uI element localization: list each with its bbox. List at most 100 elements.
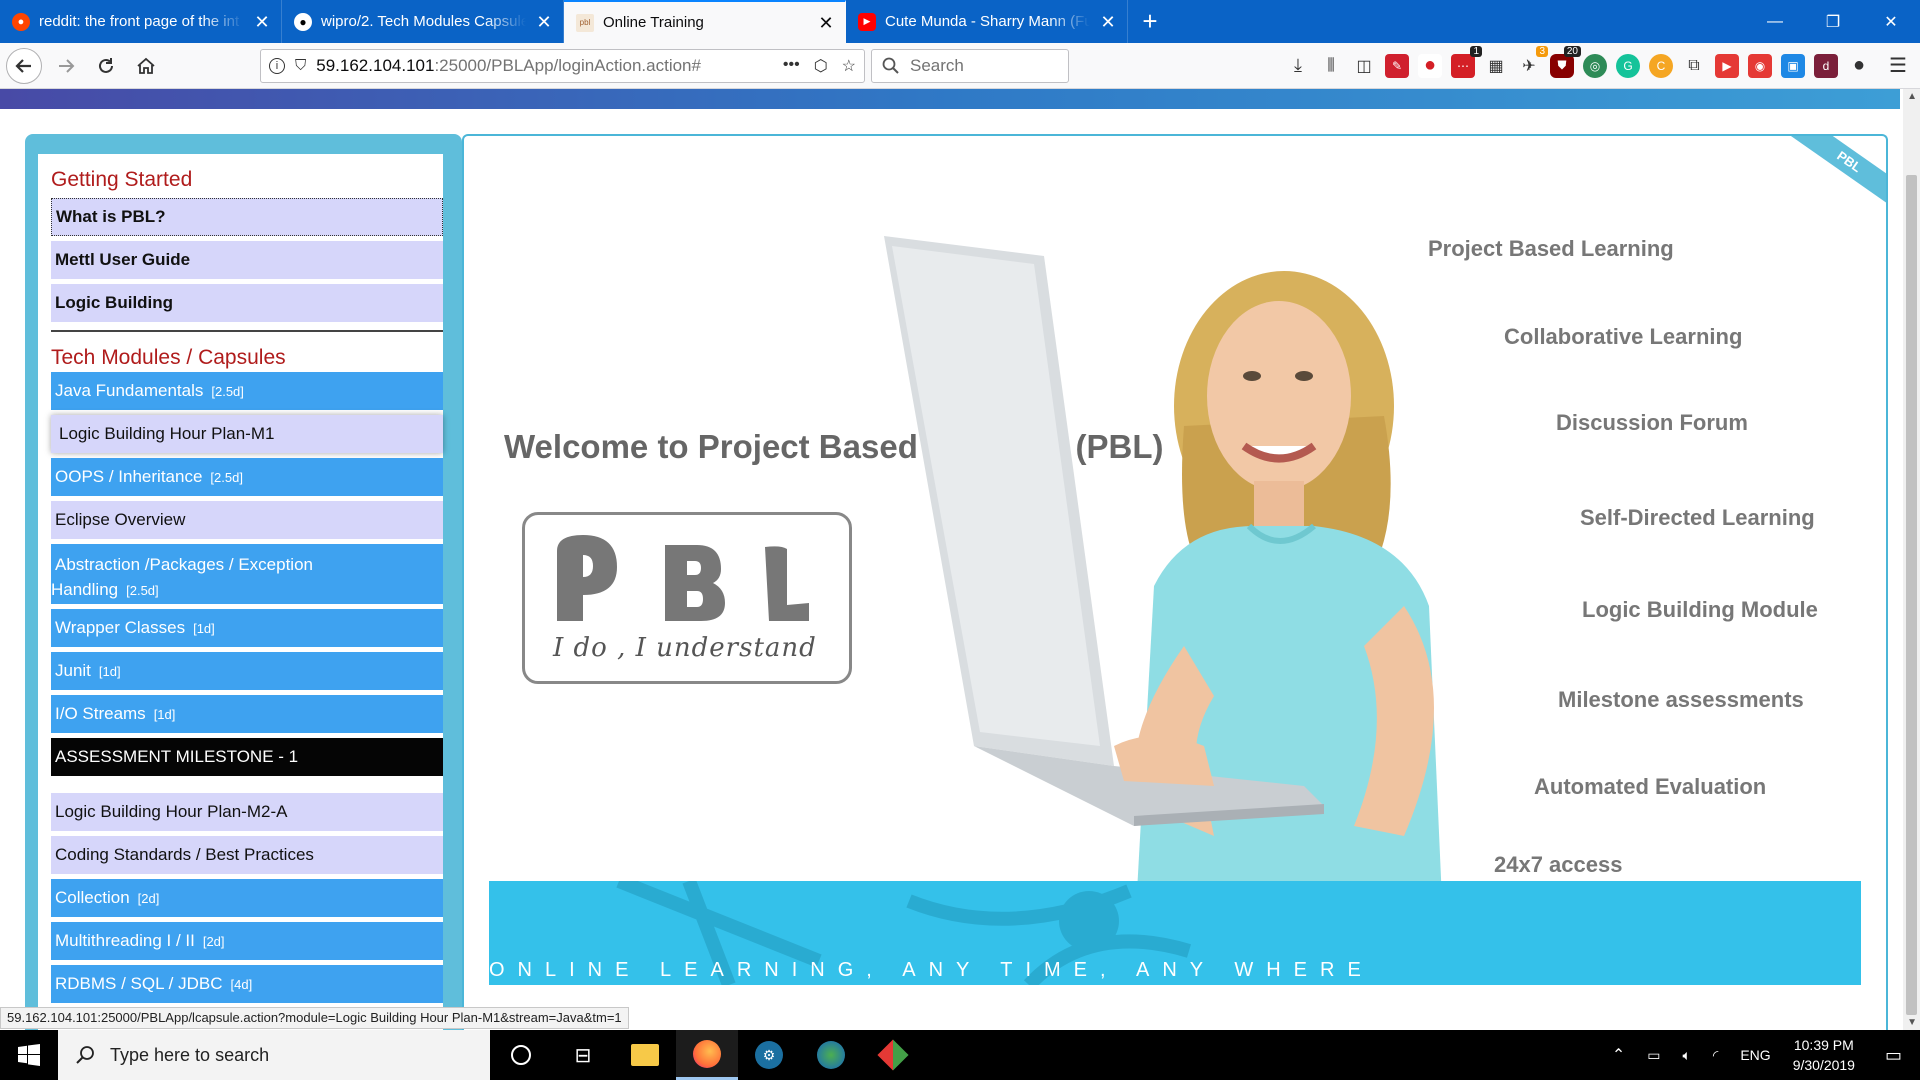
url-bar[interactable]: i ⛉ 59.162.104.101 :25000/PBLApp/loginAc… bbox=[260, 48, 865, 83]
tab-youtube[interactable]: ▶ Cute Munda - Sharry Mann (Ful ✕ bbox=[846, 0, 1128, 43]
page-scrollbar[interactable]: ▲ ▼ bbox=[1903, 89, 1920, 1030]
feature-project-based-learning: Project Based Learning bbox=[1428, 236, 1674, 261]
shield-icon[interactable]: ⛉ bbox=[295, 57, 306, 74]
arrow-right-icon bbox=[59, 58, 75, 73]
steam-icon[interactable]: ⚙ bbox=[738, 1030, 800, 1080]
scrollbar-thumb[interactable] bbox=[1906, 175, 1917, 1015]
wifi-icon[interactable]: ◜ bbox=[1713, 1047, 1718, 1064]
url-host: 59.162.104.101 bbox=[316, 55, 435, 75]
forward-button[interactable] bbox=[46, 49, 86, 83]
page-viewport: Getting Started What is PBL? Mettl User … bbox=[0, 89, 1920, 1030]
bolt-extension-icon[interactable]: ✈ 3 bbox=[1517, 45, 1548, 78]
close-window-button[interactable]: ✕ bbox=[1862, 0, 1920, 43]
honey-icon[interactable]: C bbox=[1649, 53, 1673, 78]
battery-icon[interactable]: ▭ bbox=[1647, 1047, 1660, 1064]
scroll-down-icon[interactable]: ▼ bbox=[1907, 1017, 1917, 1028]
page-actions-icon[interactable]: ••• bbox=[783, 56, 800, 76]
tab-title: Online Training bbox=[603, 14, 704, 31]
module-rdbms-sql-jdbc[interactable]: RDBMS / SQL / JDBC [4d] bbox=[51, 965, 443, 1003]
play-extension-icon[interactable]: ▶ bbox=[1715, 53, 1739, 78]
chevron-up-icon[interactable]: ⌃ bbox=[1612, 1045, 1625, 1065]
sidebar-item-mettl-user-guide[interactable]: Mettl User Guide bbox=[51, 241, 443, 279]
minimize-button[interactable]: — bbox=[1746, 0, 1804, 43]
module-io-streams[interactable]: I/O Streams [1d] bbox=[51, 695, 443, 733]
module-eclipse-overview[interactable]: Eclipse Overview bbox=[51, 501, 443, 539]
module-coding-standards[interactable]: Coding Standards / Best Practices bbox=[51, 836, 443, 874]
taskbar-search-input[interactable]: Type here to search bbox=[58, 1030, 490, 1080]
module-java-fundamentals[interactable]: Java Fundamentals [2.5d] bbox=[51, 372, 443, 410]
pbl-logo: I do , I understand bbox=[522, 512, 852, 684]
git-app-icon[interactable] bbox=[862, 1030, 924, 1080]
sidebar-frame: Getting Started What is PBL? Mettl User … bbox=[25, 134, 462, 1030]
close-tab-icon[interactable]: ✕ bbox=[535, 13, 553, 31]
file-explorer-icon[interactable] bbox=[614, 1030, 676, 1080]
module-logic-building-m2a[interactable]: Logic Building Hour Plan-M2-A bbox=[51, 793, 443, 831]
home-button[interactable] bbox=[126, 49, 166, 83]
sidebar-divider bbox=[51, 330, 443, 332]
camera-extension-icon[interactable]: ◉ bbox=[1748, 53, 1772, 78]
close-tab-icon[interactable]: ✕ bbox=[253, 13, 271, 31]
start-button[interactable] bbox=[0, 1030, 58, 1080]
grid-extension-icon[interactable]: ▦ bbox=[1484, 54, 1508, 78]
clock-time: 10:39 PM bbox=[1793, 1037, 1854, 1053]
library-icon[interactable]: ⫼ bbox=[1319, 54, 1343, 78]
close-tab-icon[interactable]: ✕ bbox=[817, 14, 835, 32]
language-indicator[interactable]: ENG bbox=[1740, 1047, 1770, 1063]
firefox-taskbar-icon[interactable] bbox=[676, 1030, 738, 1080]
back-button[interactable] bbox=[6, 47, 42, 84]
download-icon[interactable]: ⤓ bbox=[1286, 54, 1310, 78]
account-icon[interactable]: ● bbox=[1847, 54, 1871, 78]
globe-app-icon[interactable] bbox=[800, 1030, 862, 1080]
module-junit[interactable]: Junit [1d] bbox=[51, 652, 443, 690]
shield-extension-icon[interactable]: d bbox=[1814, 53, 1838, 78]
restore-button[interactable]: ❐ bbox=[1804, 0, 1862, 43]
reload-button[interactable] bbox=[86, 49, 126, 83]
notification-icon[interactable]: ▭ bbox=[1885, 1045, 1902, 1066]
bookmark-star-icon[interactable]: ☆ bbox=[842, 56, 856, 76]
tab-title: wipro/2. Tech Modules Capsule bbox=[321, 13, 526, 30]
screenshot-icon[interactable]: ⧉ bbox=[1682, 54, 1706, 78]
module-collection[interactable]: Collection [2d] bbox=[51, 879, 443, 917]
close-tab-icon[interactable]: ✕ bbox=[1099, 13, 1117, 31]
url-path: :25000/PBLApp/loginAction.action# bbox=[434, 55, 701, 75]
record-extension-icon[interactable]: ● bbox=[1418, 53, 1442, 78]
extension-badge-icon[interactable]: ⋯ 1 bbox=[1451, 45, 1482, 78]
scroll-up-icon[interactable]: ▲ bbox=[1907, 91, 1917, 102]
pbl-letters-graphic bbox=[557, 535, 809, 621]
tab-github[interactable]: ● wipro/2. Tech Modules Capsule ✕ bbox=[282, 0, 564, 43]
search-icon bbox=[882, 57, 899, 74]
info-icon[interactable]: i bbox=[269, 57, 285, 74]
module-label: Logic Building Hour Plan-M2-A bbox=[55, 802, 288, 821]
task-view-icon[interactable]: ⊟ bbox=[552, 1030, 614, 1080]
module-abstraction-packages[interactable]: Abstraction /Packages / Exception Handli… bbox=[51, 544, 443, 604]
new-tab-button[interactable]: + bbox=[1128, 0, 1172, 43]
woman-with-laptop-illustration bbox=[884, 236, 1444, 946]
module-label: Coding Standards / Best Practices bbox=[55, 845, 314, 864]
module-wrapper-classes[interactable]: Wrapper Classes [1d] bbox=[51, 609, 443, 647]
extension-badge: 20 bbox=[1563, 45, 1581, 57]
volume-icon[interactable]: 🔈︎ bbox=[1683, 1047, 1691, 1064]
menu-icon[interactable]: ☰ bbox=[1886, 54, 1910, 78]
module-label: RDBMS / SQL / JDBC bbox=[55, 974, 223, 993]
module-multithreading[interactable]: Multithreading I / II [2d] bbox=[51, 922, 443, 960]
chrome-ext-icon[interactable]: ◎ bbox=[1583, 53, 1607, 78]
grammarly-icon[interactable]: G bbox=[1616, 53, 1640, 78]
tab-reddit[interactable]: ● reddit: the front page of the int ✕ bbox=[0, 0, 282, 43]
tab-online-training[interactable]: pbl Online Training ✕ bbox=[564, 0, 846, 43]
clock[interactable]: 10:39 PM 9/30/2019 bbox=[1793, 1035, 1855, 1075]
search-input[interactable]: Search bbox=[871, 48, 1069, 83]
module-label: Abstraction /Packages / Exception bbox=[55, 555, 313, 574]
pdf-extension-icon[interactable]: ✎ bbox=[1385, 53, 1409, 78]
video-extension-icon[interactable]: ▣ bbox=[1781, 53, 1805, 78]
module-oops-inheritance[interactable]: OOPS / Inheritance [2.5d] bbox=[51, 458, 443, 496]
ublock-icon[interactable]: ⛊ 20 bbox=[1550, 45, 1581, 78]
pocket-icon[interactable]: ⬡ bbox=[814, 56, 828, 76]
sidebar-item-logic-building[interactable]: Logic Building bbox=[51, 284, 443, 322]
feature-milestone-assessments: Milestone assessments bbox=[1558, 687, 1804, 712]
cortana-icon[interactable] bbox=[490, 1030, 552, 1080]
module-logic-building-m1[interactable]: Logic Building Hour Plan-M1 bbox=[51, 415, 443, 453]
module-assessment-milestone-1[interactable]: ASSESSMENT MILESTONE - 1 bbox=[51, 738, 443, 776]
feature-collaborative-learning: Collaborative Learning bbox=[1504, 324, 1743, 349]
sidebar-icon[interactable]: ◫ bbox=[1352, 54, 1376, 78]
sidebar-item-what-is-pbl[interactable]: What is PBL? bbox=[51, 198, 443, 236]
